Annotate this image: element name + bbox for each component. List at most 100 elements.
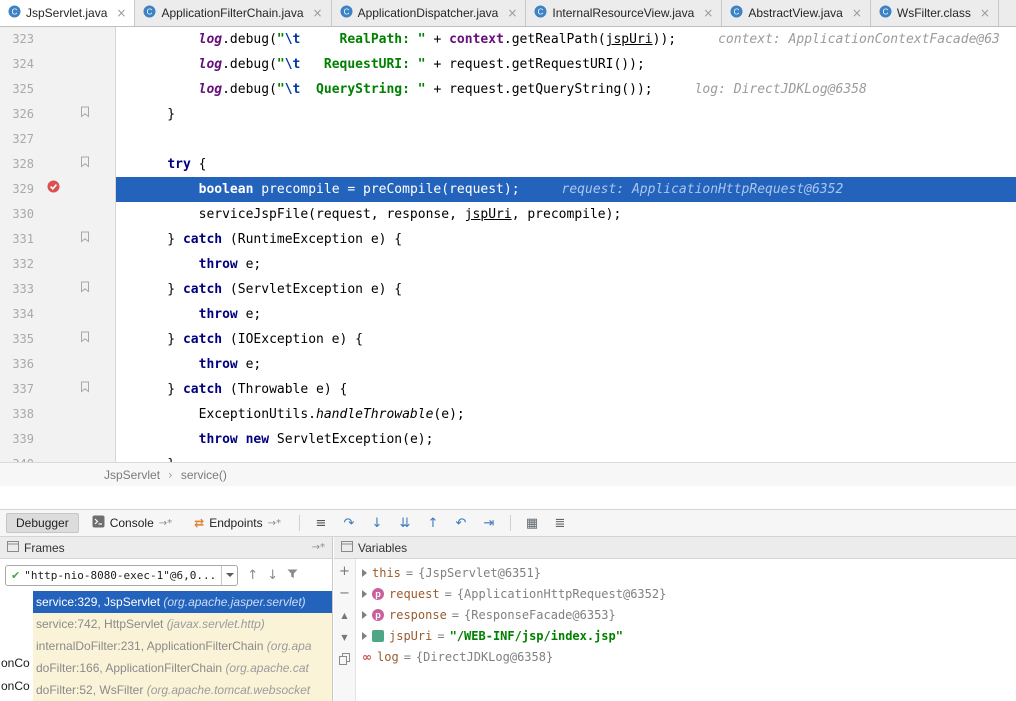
code-segment: request.getRequestURI());: [449, 57, 645, 72]
fold-marker-icon[interactable]: [80, 152, 90, 177]
code-line[interactable]: try {: [116, 152, 1016, 177]
variable-row[interactable]: ∞log = {DirectJDKLog@6358}: [356, 646, 1016, 667]
variable-row[interactable]: this = {JspServlet@6351}: [356, 562, 1016, 583]
code-line[interactable]: throw e;: [116, 302, 1016, 327]
code-line[interactable]: serviceJspFile(request, response, jspUri…: [116, 202, 1016, 227]
frames-list: service:329, JspServlet (org.apache.jasp…: [0, 591, 332, 701]
svg-text:C: C: [538, 7, 544, 16]
thread-selector[interactable]: ✔ "http-nio-8080-exec-1"@6,0...: [5, 565, 238, 586]
code-line[interactable]: log.debug("\t QueryString: " + request.g…: [116, 77, 1016, 102]
editor-line: 325 log.debug("\t QueryString: " + reque…: [0, 77, 1016, 102]
frames-panel: Frames →* ✔ "http-nio-8080-exec-1"@6,0..…: [0, 537, 333, 701]
code-line[interactable]: } catch (RuntimeException e) {: [116, 227, 1016, 252]
code-line[interactable]: boolean precompile = preCompile(request)…: [116, 177, 1016, 202]
code-segment: try: [167, 157, 190, 172]
editor-gutter: 326: [0, 102, 116, 127]
debug-tool-tab-console[interactable]: Console→*: [83, 512, 181, 534]
breadcrumb-item-class[interactable]: JspServlet: [104, 468, 160, 482]
code-line[interactable]: }: [116, 102, 1016, 127]
debug-tool-tab-label: Debugger: [16, 516, 69, 530]
close-icon[interactable]: ×: [852, 6, 862, 20]
layout-settings-icon[interactable]: ≣: [548, 516, 572, 531]
code-line[interactable]: throw e;: [116, 352, 1016, 377]
run-to-cursor-icon[interactable]: ⇥: [477, 516, 501, 531]
editor-tab[interactable]: CWsFilter.class×: [871, 0, 999, 26]
fold-marker-icon[interactable]: [80, 102, 90, 127]
code-line[interactable]: }: [116, 452, 1016, 462]
expand-chevron-icon[interactable]: [362, 632, 367, 640]
editor-tab-bar: CJspServlet.java×CApplicationFilterChain…: [0, 0, 1016, 27]
hide-frames-filter-icon[interactable]: [287, 568, 298, 583]
close-icon[interactable]: ×: [703, 6, 713, 20]
step-over-icon[interactable]: ↷: [337, 516, 361, 531]
code-line[interactable]: ExceptionUtils.handleThrowable(e);: [116, 402, 1016, 427]
add-watch-icon[interactable]: +: [339, 565, 350, 578]
fold-marker-icon[interactable]: [80, 277, 90, 302]
code-line[interactable]: throw e;: [116, 252, 1016, 277]
code-line[interactable]: log.debug("\t RealPath: " + context.getR…: [116, 27, 1016, 52]
code-line[interactable]: log.debug("\t RequestURI: " + request.ge…: [116, 52, 1016, 77]
float-window-icon[interactable]: →*: [312, 542, 325, 553]
code-line[interactable]: } catch (Throwable e) {: [116, 377, 1016, 402]
editor-tab[interactable]: CJspServlet.java×: [0, 0, 135, 26]
stack-frame-row[interactable]: doFilter:166, ApplicationFilterChain (or…: [33, 657, 332, 679]
move-watch-down-icon[interactable]: ▼: [341, 631, 347, 644]
copy-icon[interactable]: [339, 653, 350, 668]
drop-frame-icon[interactable]: ↶: [449, 516, 473, 531]
step-out-icon[interactable]: ↑: [421, 516, 445, 531]
fold-marker-icon[interactable]: [80, 377, 90, 402]
close-icon[interactable]: ×: [116, 6, 126, 20]
step-into-icon[interactable]: ↓: [365, 516, 389, 531]
close-icon[interactable]: ×: [313, 6, 323, 20]
breadcrumb-item-method[interactable]: service(): [181, 468, 227, 482]
variable-row[interactable]: prequest = {ApplicationHttpRequest@6352}: [356, 583, 1016, 604]
close-icon[interactable]: ×: [980, 6, 990, 20]
breakpoint-area[interactable]: [34, 177, 72, 202]
variable-row[interactable]: jspUri = "/WEB-INF/jsp/index.jsp": [356, 625, 1016, 646]
frames-panel-title: Frames: [24, 541, 65, 555]
editor-tab[interactable]: CApplicationFilterChain.java×: [135, 0, 331, 26]
close-icon[interactable]: ×: [507, 6, 517, 20]
code-line[interactable]: [116, 127, 1016, 152]
fold-marker-icon[interactable]: [80, 227, 90, 252]
stack-frame-row[interactable]: doFilter:52, WsFilter (org.apache.tomcat…: [33, 679, 332, 701]
code-line[interactable]: throw new ServletException(e);: [116, 427, 1016, 452]
editor-tab[interactable]: CAbstractView.java×: [722, 0, 871, 26]
next-frame-icon[interactable]: ↓: [267, 568, 278, 583]
code-segment: [136, 357, 199, 372]
expand-chevron-icon[interactable]: [362, 569, 367, 577]
move-watch-up-icon[interactable]: ▲: [341, 609, 347, 622]
variable-row[interactable]: presponse = {ResponseFacade@6353}: [356, 604, 1016, 625]
code-line[interactable]: } catch (ServletException e) {: [116, 277, 1016, 302]
inline-debugger-hint: request: ApplicationHttpRequest@6352: [562, 182, 844, 197]
stack-frame-row[interactable]: internalDoFilter:231, ApplicationFilterC…: [33, 635, 332, 657]
line-number: 327: [0, 127, 34, 152]
code-segment: throw: [199, 257, 238, 272]
expand-chevron-icon[interactable]: [362, 611, 367, 619]
code-segment: ": [277, 82, 285, 97]
editor-tab[interactable]: CInternalResourceView.java×: [526, 0, 722, 26]
evaluate-expression-icon[interactable]: ▦: [520, 516, 544, 531]
fold-area: [72, 377, 98, 402]
jump-arrow-icon: →*: [268, 518, 281, 529]
stack-frame-row[interactable]: service:329, JspServlet (org.apache.jasp…: [33, 591, 332, 613]
code-line[interactable]: } catch (IOException e) {: [116, 327, 1016, 352]
editor-tab[interactable]: CApplicationDispatcher.java×: [332, 0, 527, 26]
variable-value: "/WEB-INF/jsp/index.jsp": [450, 629, 623, 643]
debug-tool-tab-debugger[interactable]: Debugger: [6, 513, 79, 533]
thread-selector-dropdown[interactable]: [221, 566, 237, 585]
frame-package: (org.apache.jasper.servlet): [163, 595, 305, 609]
frame-package: (org.apa: [267, 639, 312, 653]
previous-frame-icon[interactable]: ↑: [247, 568, 258, 583]
fold-marker-icon[interactable]: [80, 327, 90, 352]
restore-layout-icon[interactable]: ≡: [309, 516, 333, 531]
breakpoint-icon[interactable]: [47, 177, 60, 202]
stack-frame-row[interactable]: service:742, HttpServlet (javax.servlet.…: [33, 613, 332, 635]
debug-tool-tab-endpoints[interactable]: ⇄Endpoints→*: [185, 513, 290, 533]
code-segment: e;: [238, 307, 261, 322]
expand-chevron-icon[interactable]: [362, 590, 367, 598]
remove-watch-icon[interactable]: −: [339, 587, 350, 600]
force-step-into-icon[interactable]: ⇊: [393, 516, 417, 531]
code-segment: (ServletException e) {: [222, 282, 402, 297]
editor-tab-label: AbstractView.java: [748, 6, 843, 20]
